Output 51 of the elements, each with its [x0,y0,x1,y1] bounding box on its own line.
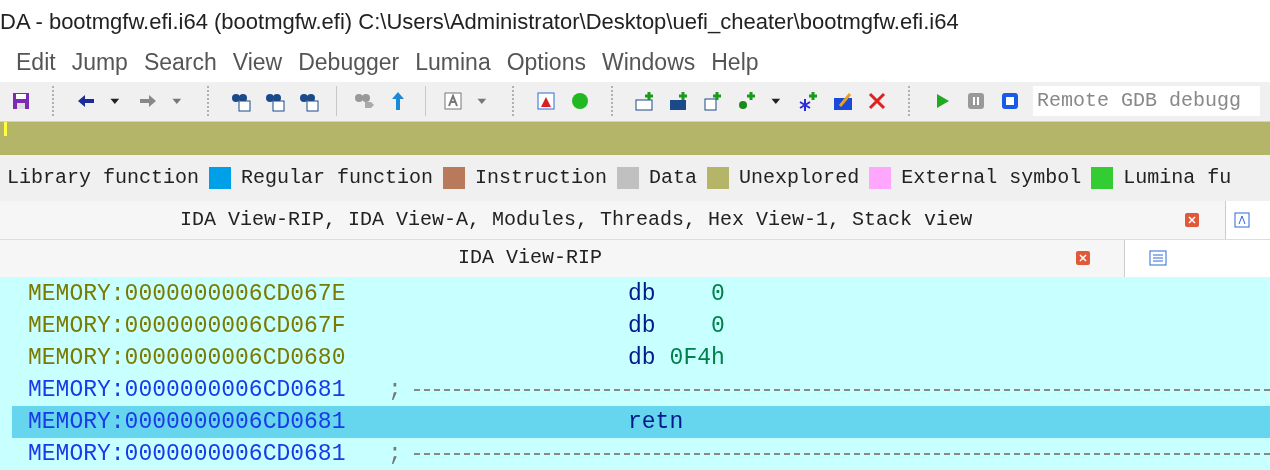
tab-title[interactable]: IDA View-RIP [458,243,603,274]
comment-mark: ; [388,375,402,405]
menu-item[interactable]: Windows [593,45,704,80]
menu-item[interactable]: Search [135,45,225,80]
mnemonic: db [628,343,656,373]
address: MEMORY:0000000006CD0681 [28,439,347,469]
mnemonic: retn [628,407,684,437]
address: MEMORY:0000000006CD0681 [28,407,347,437]
edit-window-icon[interactable] [832,90,854,113]
address: MEMORY:0000000006CD067F [28,311,347,341]
text-window-icon[interactable] [1234,211,1251,228]
window-title: DA - bootmgfw.efi.i64 (bootmgfw.efi) C:\Users\Administrator\Desktop\uefi_cheater\bootmgfw.efi.i64 [0,8,959,37]
add-code-icon[interactable] [634,90,656,113]
address: MEMORY:0000000006CD0681 [28,375,347,405]
legend-label: External symbol [901,165,1082,192]
operand: 0 [710,279,725,309]
close-icon[interactable] [1076,251,1091,266]
listing-line[interactable]: MEMORY:0000000006CD0680 db 0F4h [12,342,1270,374]
list-window-icon[interactable] [1149,250,1168,267]
operand: 0 [710,311,725,341]
legend-label: Data [649,165,698,192]
legend-label: Lumina fu [1123,165,1232,192]
mnemonic: db [628,279,656,309]
mnemonic: db [628,311,656,341]
warning-window-icon[interactable] [535,90,557,113]
menu-item[interactable]: View [224,45,291,80]
comment-mark: ; [388,439,402,469]
legend-label: Regular function [241,165,434,192]
add-data-icon[interactable] [668,90,690,113]
menu-item[interactable]: Edit [8,45,64,80]
legend-label: Instruction [475,165,608,192]
add-string-icon[interactable] [702,90,724,113]
menu-item[interactable]: Lumina [407,45,499,80]
close-icon[interactable] [1185,212,1200,227]
menu-item[interactable]: Help [703,45,767,80]
menu-item[interactable]: Debugger [290,45,408,80]
listing-line[interactable]: MEMORY:0000000006CD067F db 0 [12,310,1270,342]
listing-line[interactable]: MEMORY:0000000006CD0681 ; [12,438,1270,470]
operand: 0F4h [669,343,725,373]
add-asterisk-icon[interactable] [798,90,820,113]
menu-item[interactable]: Jump [63,45,136,80]
letter-a-icon[interactable] [442,90,464,113]
legend-label: Unexplored [739,165,860,192]
debugger-select[interactable]: Remote GDB debugg [1033,86,1260,117]
legend-label: Library function [7,165,200,192]
address: MEMORY:0000000006CD0680 [28,343,347,373]
menu-item[interactable]: Options [498,45,594,80]
position-marker [4,122,7,136]
listing-line[interactable]: MEMORY:0000000006CD067E db 0 [12,278,1270,310]
address: MEMORY:0000000006CD067E [28,279,347,309]
listing-line[interactable]: MEMORY:0000000006CD0681 ; [12,374,1270,406]
